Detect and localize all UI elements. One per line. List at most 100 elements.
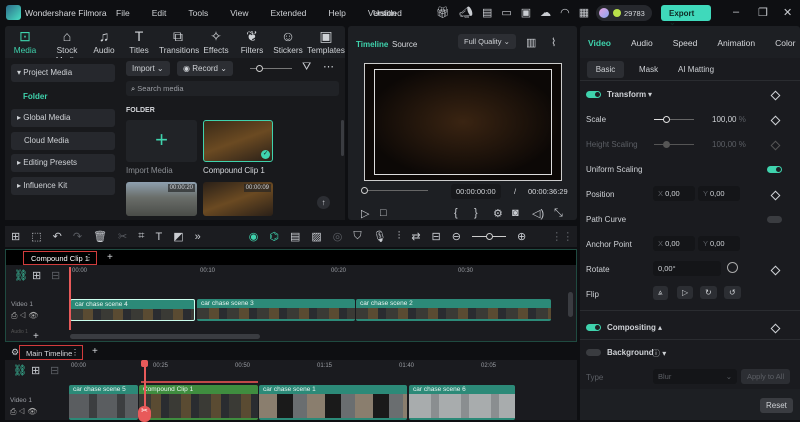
layout-icon[interactable]: ⊞: [11, 230, 20, 243]
playhead[interactable]: [69, 267, 71, 330]
tab-audio[interactable]: Audio: [631, 38, 653, 48]
uniform-scaling-toggle[interactable]: [767, 166, 782, 173]
track-layout-icon[interactable]: ⊟: [51, 269, 60, 282]
add-track-icon[interactable]: ⊞: [31, 364, 40, 377]
filter-icon[interactable]: ⛛: [302, 61, 311, 74]
transform-toggle[interactable]: [586, 91, 601, 98]
help-icon[interactable]: ⓘ ▾: [652, 348, 666, 359]
undo-icon[interactable]: ↶: [53, 230, 62, 243]
search-media-input[interactable]: ⌕ Search media: [126, 81, 339, 96]
sidebar-item-editing-presets[interactable]: ▸ Editing Presets: [11, 154, 115, 172]
media-thumbnail[interactable]: 00:00:20: [126, 182, 197, 216]
flip-horizontal-icon[interactable]: ▷: [677, 286, 694, 299]
path-curve-toggle[interactable]: [767, 216, 782, 223]
caret-down-icon[interactable]: ▾: [648, 90, 652, 99]
close-icon[interactable]: ✕: [783, 6, 792, 19]
export-button[interactable]: Export ⌄: [661, 5, 711, 27]
replace-icon[interactable]: ⇄: [411, 230, 420, 243]
more-icon[interactable]: ⋯: [323, 60, 334, 73]
compositing-toggle[interactable]: [586, 324, 601, 331]
media-thumbnail[interactable]: 00:00:09: [203, 182, 273, 216]
cut-icon[interactable]: ✂: [118, 230, 127, 243]
notes-icon[interactable]: ▤: [482, 6, 492, 19]
zoom-in-icon[interactable]: ⊕: [517, 230, 526, 243]
background-toggle[interactable]: [586, 349, 601, 356]
volume-icon[interactable]: ◁): [532, 207, 544, 220]
menu-tools[interactable]: Tools: [188, 8, 208, 18]
sidebar-item-cloud-media[interactable]: Cloud Media: [11, 132, 115, 150]
timeline-clip[interactable]: car chase scene 3: [197, 299, 355, 321]
scrollbar[interactable]: [341, 120, 344, 156]
rotate-cw-icon[interactable]: ↻: [700, 286, 717, 299]
speed-icon[interactable]: ◎: [333, 230, 343, 243]
caret-up-icon[interactable]: ▴: [658, 323, 662, 332]
link-icon[interactable]: ⛓︎: [13, 364, 27, 377]
scale-slider[interactable]: [654, 116, 694, 123]
tab-animation[interactable]: Animation: [717, 38, 755, 48]
play-icon[interactable]: ▷: [361, 207, 369, 220]
add-track-button[interactable]: +: [33, 331, 39, 342]
more-tools-icon[interactable]: »: [195, 231, 201, 243]
sidebar-item-project-media[interactable]: ▾ Project Media: [11, 64, 115, 82]
stop-icon[interactable]: □: [380, 207, 387, 219]
track-settings-icon[interactable]: ⋮⋮: [551, 230, 573, 243]
menu-view[interactable]: View: [230, 8, 248, 18]
subtab-mask[interactable]: Mask: [639, 65, 658, 74]
render-icon[interactable]: ⚙: [493, 207, 503, 220]
main-timeline-tab[interactable]: Main Timeline ⋮: [19, 345, 83, 360]
keyframe-icon[interactable]: [770, 265, 781, 276]
grid-view-icon[interactable]: ▥: [526, 36, 536, 49]
timeline-clip[interactable]: car chase scene 6: [409, 385, 515, 420]
tab-timeline[interactable]: Timeline: [356, 40, 388, 49]
rotate-ccw-icon[interactable]: ↺: [724, 286, 741, 299]
apps-grid-icon[interactable]: ▦: [579, 6, 589, 19]
position-x-input[interactable]: X 0,00: [653, 186, 695, 201]
rotate-input[interactable]: 0,00°: [653, 261, 721, 276]
add-tab-icon[interactable]: +: [107, 252, 113, 263]
keyframe-icon[interactable]: [770, 115, 781, 126]
track-controls[interactable]: ⎙ ◁ 👁︎: [11, 311, 38, 321]
scroll-top-button[interactable]: ↑: [317, 196, 330, 209]
thumbnail-size-slider[interactable]: [250, 65, 292, 72]
import-dropdown[interactable]: Import ⌄: [126, 61, 170, 76]
cloud-icon[interactable]: ☁: [540, 6, 551, 19]
zoom-slider[interactable]: [471, 233, 506, 240]
gift-icon[interactable]: 🎁︎: [436, 6, 450, 19]
timeline-clip[interactable]: car chase scene 1: [259, 385, 407, 420]
track-controls[interactable]: ⎙ ◁ 👁︎: [10, 407, 37, 417]
credits-badge[interactable]: 29783: [596, 5, 652, 21]
menu-extended[interactable]: Extended: [270, 8, 306, 18]
vertical-scrollbar[interactable]: [568, 292, 573, 317]
mixer-icon[interactable]: ⫶: [398, 230, 401, 243]
menu-file[interactable]: File: [116, 8, 130, 18]
redo-icon[interactable]: ↷: [73, 230, 82, 243]
horizontal-scrollbar[interactable]: [70, 334, 260, 339]
group-icon[interactable]: ▨: [311, 230, 321, 243]
megaphone-icon[interactable]: 📣︎: [459, 6, 473, 19]
timeline-clip[interactable]: car chase scene 4: [70, 299, 195, 321]
monitor-icon[interactable]: ▭: [501, 6, 511, 19]
shield-icon[interactable]: ⛉: [353, 230, 361, 243]
position-y-input[interactable]: Y 0,00: [698, 186, 740, 201]
mic-icon[interactable]: 🎙︎: [373, 230, 387, 243]
rotate-dial[interactable]: [727, 262, 738, 273]
ai-icon[interactable]: ◉: [249, 230, 259, 243]
menu-help[interactable]: Help: [328, 8, 345, 18]
mark-in-icon[interactable]: {: [454, 207, 458, 219]
playhead[interactable]: ✂: [138, 360, 151, 422]
paste-icon[interactable]: ▤: [290, 230, 300, 243]
minimize-icon[interactable]: –: [733, 6, 739, 18]
timeline-clip[interactable]: car chase scene 5: [69, 385, 138, 420]
anchor-y-input[interactable]: Y 0,00: [698, 236, 740, 251]
mark-out-icon[interactable]: }: [474, 207, 478, 219]
timeline-clip[interactable]: Compound Clip 1: [139, 385, 258, 420]
timeline-clip[interactable]: car chase scene 2: [356, 299, 551, 321]
add-track-icon[interactable]: ⊞: [32, 269, 41, 282]
compound-clip-tab[interactable]: Compound Clip 1 ⋮: [23, 251, 97, 265]
keyframe-icon[interactable]: [770, 190, 781, 201]
snapshot-icon[interactable]: ◙: [512, 207, 519, 219]
add-tab-icon[interactable]: +: [92, 346, 98, 357]
import-media-button[interactable]: +: [126, 120, 197, 162]
subtab-ai-matting[interactable]: AI Matting: [678, 65, 714, 74]
quality-dropdown[interactable]: Full Quality ⌄: [458, 34, 516, 49]
